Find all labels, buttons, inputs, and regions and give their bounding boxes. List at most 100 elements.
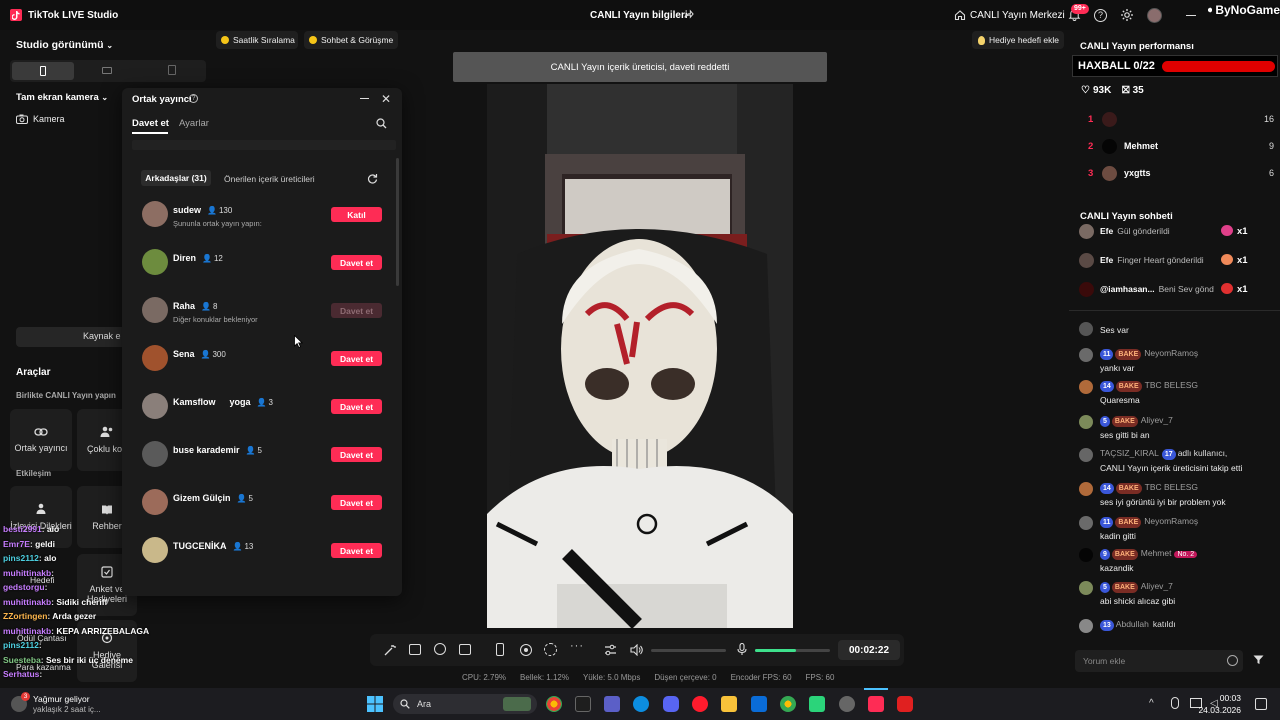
magic-wand-icon[interactable]	[384, 644, 396, 656]
friend-row: Sena 👤 300 Davet et	[142, 344, 382, 374]
mic-icon[interactable]	[737, 643, 747, 656]
comment-input[interactable]: Yorum ekle	[1075, 650, 1243, 672]
chrome-alt-icon[interactable]	[780, 696, 796, 712]
haxball-progress-bar	[1162, 61, 1275, 72]
ranker-score: 16	[1263, 114, 1274, 124]
friend-row: sudew 👤 130 Şununla ortak yayın yapın: Katıl	[142, 200, 382, 230]
discord-icon[interactable]	[663, 696, 679, 712]
weather-badge: 3	[21, 692, 30, 701]
hourly-rank-chip[interactable]: Saatlik Sıralama	[216, 31, 298, 49]
invite-button[interactable]: Davet et	[331, 399, 382, 414]
modal-close-icon[interactable]: ✕	[381, 92, 391, 106]
more-icon[interactable]: ···	[570, 640, 584, 652]
minimize-icon[interactable]	[1186, 15, 1196, 16]
info-icon[interactable]: ?	[189, 94, 198, 103]
emoji-icon[interactable]	[1227, 655, 1238, 666]
filter-icon[interactable]	[1253, 655, 1264, 665]
stream-info-link[interactable]: CANLI Yayın bilgileri	[590, 10, 688, 21]
studio-view-dropdown[interactable]: Studio görünümü ⌄	[16, 39, 113, 51]
chat-meet-chip[interactable]: Sohbet & Görüşme	[304, 31, 398, 49]
phone-icon[interactable]	[496, 643, 504, 656]
clock-date[interactable]: 24.03.2026	[1197, 705, 1241, 715]
speaker-icon[interactable]	[630, 644, 643, 656]
clock-time[interactable]: 00:03	[1219, 693, 1241, 703]
modal-minimize-icon[interactable]	[360, 98, 369, 100]
rank-number: 1	[1088, 114, 1094, 125]
tab-invite[interactable]: Davet et	[132, 118, 169, 129]
task-view-icon[interactable]	[575, 696, 591, 712]
dual-view-icon[interactable]	[168, 65, 176, 75]
add-scene-icon[interactable]	[459, 644, 471, 655]
friend-name: Raha 👤 8	[173, 301, 218, 311]
notification-badge: 99+	[1071, 4, 1089, 14]
youtube-icon[interactable]	[897, 696, 913, 712]
person-icon: 👤	[245, 446, 256, 455]
gift-event: Efe Gül gönderildi	[1100, 226, 1170, 236]
ranker-name: Mehmet	[1124, 141, 1159, 151]
replay-icon[interactable]	[544, 643, 557, 656]
join-button[interactable]: Katıl	[331, 207, 382, 222]
modal-search-icon[interactable]	[376, 118, 387, 129]
obs-icon[interactable]	[839, 696, 855, 712]
tiktok-studio-icon[interactable]	[868, 696, 884, 712]
record-icon[interactable]	[520, 644, 532, 656]
friends-subtab[interactable]: Arkadaşlar (31)	[141, 170, 211, 186]
modal-scrollbar[interactable]	[396, 158, 399, 286]
windows-taskbar: 3 Yağmur geliyor yaklaşık 2 saat iç... A…	[0, 688, 1280, 720]
heart-icon: ♡	[1081, 85, 1090, 96]
likes-stat: ♡ 93K	[1081, 85, 1112, 96]
overlay-chat-line: pins2112: alo	[3, 553, 57, 563]
help-icon[interactable]: ?	[1094, 9, 1107, 22]
mic-slider[interactable]	[755, 649, 830, 652]
windows-start-icon[interactable]	[367, 696, 383, 712]
gift-icon	[1221, 283, 1233, 294]
chat-avatar	[1079, 448, 1093, 462]
profile-avatar[interactable]	[1147, 8, 1162, 23]
gift-goal-chip[interactable]: Hediye hedefi ekle	[972, 31, 1064, 49]
notification-center-icon[interactable]	[1255, 698, 1267, 710]
invite-button[interactable]: Davet et	[331, 447, 382, 462]
edge-icon[interactable]	[633, 696, 649, 712]
fan-club-badge: BAKE	[1115, 517, 1142, 528]
mail-icon[interactable]	[751, 696, 767, 712]
portrait-option[interactable]	[12, 62, 74, 80]
volume-slider[interactable]	[651, 649, 726, 652]
screen-share-icon[interactable]	[409, 644, 421, 655]
bulb-icon	[978, 35, 985, 45]
whatsapp-icon[interactable]	[809, 696, 825, 712]
teams-icon[interactable]	[604, 696, 620, 712]
invite-button-disabled: Davet et	[331, 303, 382, 318]
refresh-icon[interactable]	[367, 173, 378, 184]
chrome-icon[interactable]	[546, 696, 562, 712]
invite-button[interactable]: Davet et	[331, 255, 382, 270]
level-badge: 14	[1100, 483, 1114, 494]
camera-source-item[interactable]: Kamera	[33, 114, 65, 124]
invite-button[interactable]: Davet et	[331, 351, 382, 366]
gear-icon[interactable]	[1120, 8, 1134, 22]
tray-chevron-icon[interactable]: ^	[1149, 698, 1154, 709]
sliders-icon[interactable]	[604, 644, 617, 656]
file-explorer-icon[interactable]	[721, 696, 737, 712]
landscape-icon[interactable]	[102, 67, 112, 74]
live-center-link[interactable]: CANLI Yayın Merkezi	[970, 10, 1065, 21]
taskbar-search[interactable]: Ara	[393, 694, 537, 714]
invite-button[interactable]: Davet et	[331, 495, 382, 510]
overlay-chat-line: muhittinakb: Sidiki cheriff	[3, 596, 108, 607]
tab-settings[interactable]: Ayarlar	[179, 118, 209, 129]
tray-mic-icon[interactable]	[1171, 697, 1179, 709]
scene-dropdown[interactable]: Tam ekran kamera ⌄	[16, 92, 108, 103]
opera-icon[interactable]	[692, 696, 708, 712]
cohost-tool[interactable]: Ortak yayıncı	[10, 409, 72, 471]
invite-button[interactable]: Davet et	[331, 543, 382, 558]
book-icon	[102, 505, 112, 514]
share-icon[interactable]	[683, 9, 694, 20]
level-badge: 5	[1100, 582, 1110, 593]
gift-event: Efe Finger Heart gönderildi	[1100, 255, 1204, 265]
friend-avatar	[142, 345, 168, 371]
dropped-stat: Düşen çerçeve: 0	[654, 673, 717, 682]
suggested-subtab[interactable]: Önerilen içerik üreticileri	[224, 174, 315, 184]
weather-title[interactable]: Yağmur geliyor	[33, 694, 90, 704]
streamer-camera-image	[487, 84, 793, 628]
overlay-chat-line: Suesteba: Ses bir iki üç deneme	[3, 654, 133, 665]
effects-icon[interactable]	[434, 643, 446, 655]
